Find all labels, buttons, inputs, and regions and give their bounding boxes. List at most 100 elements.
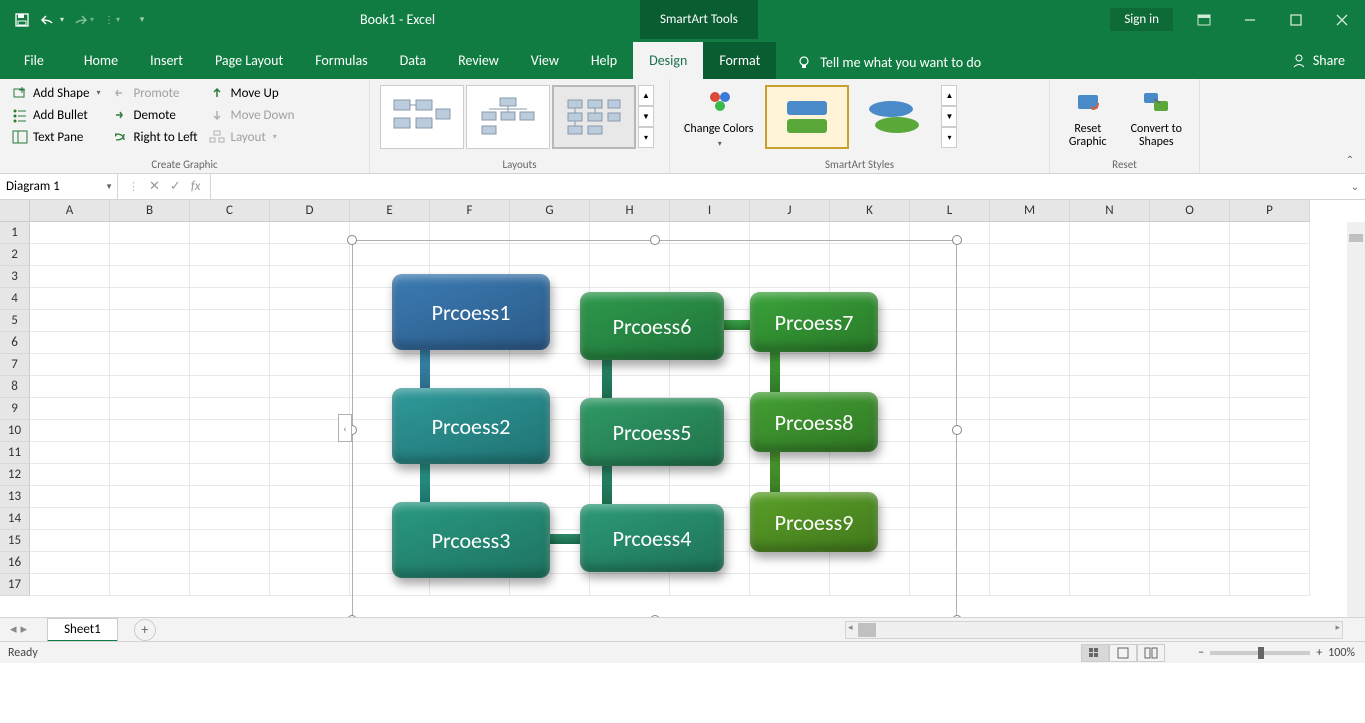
cell[interactable] (1230, 574, 1310, 596)
cell[interactable] (110, 574, 190, 596)
cell[interactable] (190, 288, 270, 310)
column-header[interactable]: I (670, 200, 750, 222)
add-sheet-button[interactable]: + (134, 619, 156, 641)
smartart-node[interactable]: Prcoess2 (392, 388, 550, 464)
cell[interactable] (1070, 376, 1150, 398)
cancel-icon[interactable]: ✕ (149, 179, 160, 194)
cell[interactable] (1230, 442, 1310, 464)
column-header[interactable]: A (30, 200, 110, 222)
cell[interactable] (990, 354, 1070, 376)
row-header[interactable]: 11 (0, 442, 30, 464)
column-header[interactable]: G (510, 200, 590, 222)
cell[interactable] (1230, 486, 1310, 508)
column-header[interactable]: B (110, 200, 190, 222)
column-header[interactable]: D (270, 200, 350, 222)
cell[interactable] (30, 222, 110, 244)
zoom-controls[interactable]: − + 100% (1198, 646, 1355, 660)
cell[interactable] (990, 464, 1070, 486)
column-header[interactable]: L (910, 200, 990, 222)
cell[interactable] (110, 508, 190, 530)
fx-icon[interactable]: fx (191, 179, 201, 194)
cell[interactable] (110, 376, 190, 398)
cell[interactable] (1070, 244, 1150, 266)
cell[interactable] (1070, 354, 1150, 376)
column-header[interactable]: P (1230, 200, 1310, 222)
styles-gallery[interactable]: ▲▼▾ (763, 83, 959, 155)
cell[interactable] (990, 222, 1070, 244)
gal-up[interactable]: ▲ (941, 85, 957, 106)
cell[interactable] (110, 442, 190, 464)
cell[interactable] (30, 552, 110, 574)
maximize-button[interactable] (1273, 0, 1319, 39)
enter-icon[interactable]: ✓ (170, 179, 181, 194)
cell[interactable] (1230, 310, 1310, 332)
cell[interactable] (990, 244, 1070, 266)
cell[interactable] (1150, 354, 1230, 376)
cell[interactable] (190, 442, 270, 464)
cell[interactable] (1150, 442, 1230, 464)
cell[interactable] (190, 244, 270, 266)
cell[interactable] (190, 486, 270, 508)
cell[interactable] (110, 530, 190, 552)
cell[interactable] (1230, 244, 1310, 266)
move-down-button[interactable]: Move Down (205, 105, 298, 125)
cell[interactable] (1230, 376, 1310, 398)
cell[interactable] (1230, 354, 1310, 376)
column-header[interactable]: O (1150, 200, 1230, 222)
row-header[interactable]: 15 (0, 530, 30, 552)
cell[interactable] (1150, 288, 1230, 310)
cell[interactable] (270, 266, 350, 288)
reset-graphic-button[interactable]: Reset Graphic (1058, 83, 1118, 155)
promote-button[interactable]: Promote (108, 83, 201, 103)
cell[interactable] (190, 398, 270, 420)
cell[interactable] (1070, 508, 1150, 530)
undo-button[interactable]: ▾ (40, 8, 64, 32)
layout-option-1[interactable] (380, 85, 464, 149)
view-buttons[interactable] (1081, 644, 1165, 662)
cell[interactable] (270, 332, 350, 354)
cell[interactable] (190, 354, 270, 376)
cell[interactable] (270, 310, 350, 332)
column-header[interactable]: K (830, 200, 910, 222)
convert-to-shapes-button[interactable]: Convert to Shapes (1122, 83, 1191, 155)
cell[interactable] (1230, 222, 1310, 244)
cell[interactable] (990, 398, 1070, 420)
cell[interactable] (1230, 398, 1310, 420)
view-normal[interactable] (1081, 644, 1109, 662)
column-header[interactable]: F (430, 200, 510, 222)
layouts-scroll[interactable]: ▲▼▾ (638, 85, 654, 153)
cell[interactable] (190, 376, 270, 398)
resize-handle-ne[interactable] (952, 235, 962, 245)
cell[interactable] (1150, 222, 1230, 244)
cell[interactable] (1150, 486, 1230, 508)
cell[interactable] (30, 464, 110, 486)
cell[interactable] (1230, 508, 1310, 530)
row-header[interactable]: 12 (0, 464, 30, 486)
cell[interactable] (110, 354, 190, 376)
zoom-out[interactable]: − (1198, 646, 1204, 660)
smartart-node[interactable]: Prcoess8 (750, 392, 878, 452)
cell[interactable] (30, 442, 110, 464)
cell[interactable] (110, 486, 190, 508)
cell[interactable] (990, 420, 1070, 442)
cell[interactable] (1150, 552, 1230, 574)
cell[interactable] (1230, 464, 1310, 486)
cell[interactable] (30, 486, 110, 508)
column-header[interactable]: M (990, 200, 1070, 222)
cell[interactable] (270, 376, 350, 398)
view-page-layout[interactable] (1109, 644, 1137, 662)
cell[interactable] (1150, 376, 1230, 398)
sheet-next-icon[interactable]: ▸ (21, 622, 28, 637)
cell[interactable] (30, 288, 110, 310)
cell[interactable] (1070, 266, 1150, 288)
cell[interactable] (190, 332, 270, 354)
column-header[interactable]: N (1070, 200, 1150, 222)
cell[interactable] (110, 266, 190, 288)
gal-down[interactable]: ▼ (941, 106, 957, 127)
tab-data[interactable]: Data (384, 42, 442, 79)
cell[interactable] (1070, 310, 1150, 332)
cell[interactable] (1230, 530, 1310, 552)
smartart-node[interactable]: Prcoess1 (392, 274, 550, 350)
cell[interactable] (1150, 310, 1230, 332)
column-header[interactable]: C (190, 200, 270, 222)
